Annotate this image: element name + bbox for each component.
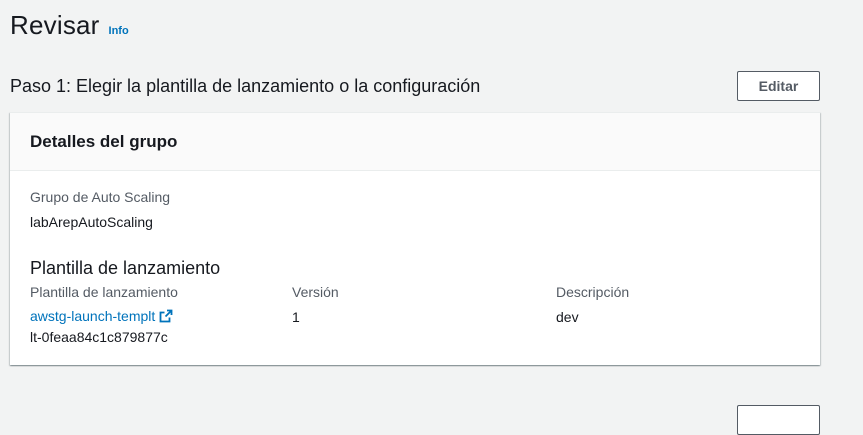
edit-step-2-button[interactable]: [737, 405, 820, 435]
template-section-title: Plantilla de lanzamiento: [30, 258, 221, 278]
template-link-label[interactable]: awstg-launch-templt: [30, 308, 155, 324]
step-1-title: Paso 1: Elegir la plantilla de lanzamien…: [10, 76, 481, 96]
description-value: dev: [556, 309, 579, 325]
card-title: Detalles del grupo: [30, 131, 178, 151]
info-link[interactable]: Info: [109, 25, 129, 37]
external-link-icon[interactable]: [159, 309, 173, 323]
edit-step-1-button[interactable]: Editar: [737, 71, 820, 101]
group-details-card: Detalles del grupo Grupo de Auto Scaling…: [10, 112, 820, 365]
page-title: Revisar: [10, 10, 100, 40]
version-column-label: Versión: [292, 284, 339, 300]
page-title-row: Revisar Info: [10, 10, 129, 41]
template-link[interactable]: awstg-launch-templt: [30, 308, 173, 324]
template-column-label: Plantilla de lanzamiento: [30, 284, 178, 300]
description-column-label: Descripción: [556, 284, 630, 300]
asg-label: Grupo de Auto Scaling: [30, 189, 171, 205]
template-id: lt-0feaa84c1c879877c: [30, 329, 168, 345]
version-value: 1: [292, 309, 300, 325]
card-header: Detalles del grupo: [10, 113, 820, 171]
asg-value: labArepAutoScaling: [30, 214, 153, 230]
